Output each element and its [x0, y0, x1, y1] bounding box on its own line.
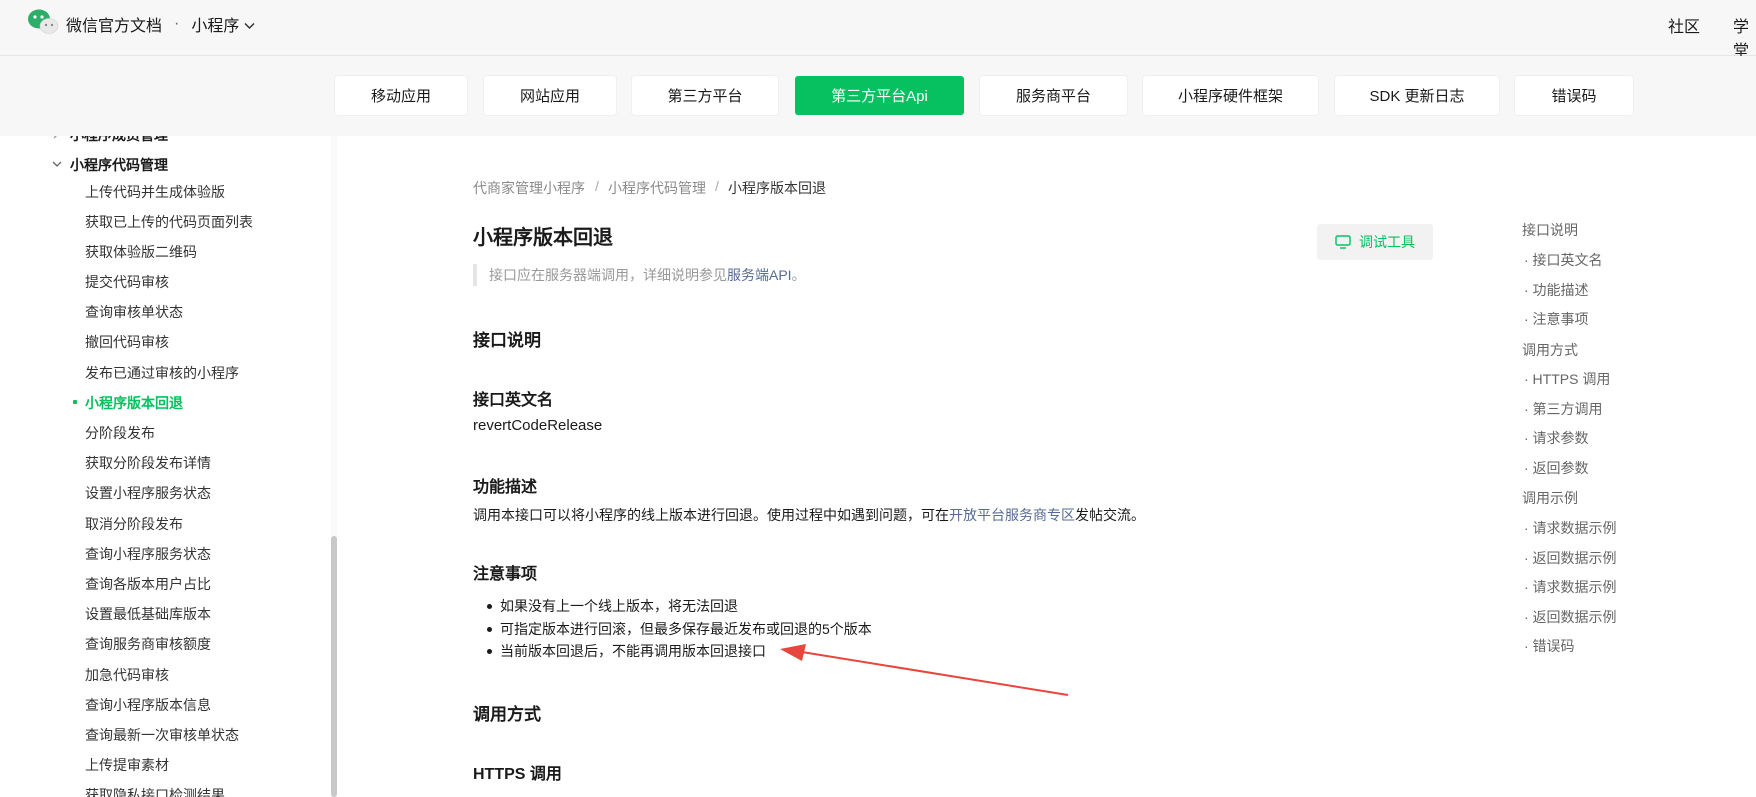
sidebar-item[interactable]: 取消分阶段发布: [85, 514, 183, 534]
toc-item[interactable]: · 注意事项: [1524, 309, 1589, 329]
sidebar: 小程序成员管理 小程序代码管理 上传代码并生成体验版 获取已上传的代码页面列表 …: [0, 136, 331, 797]
community-link[interactable]: 社区: [1668, 13, 1700, 37]
toc-item[interactable]: · HTTPS 调用: [1524, 369, 1610, 389]
sidebar-item[interactable]: 发布已通过审核的小程序: [85, 363, 239, 383]
chevron-down-icon: [52, 160, 70, 171]
toc-item[interactable]: · 第三方调用: [1524, 399, 1603, 419]
function-suffix: 发帖交流。: [1075, 507, 1145, 523]
toc-item[interactable]: · 返回数据示例: [1524, 607, 1617, 627]
category-third-party-api[interactable]: 第三方平台Api: [795, 76, 964, 115]
breadcrumb-item[interactable]: 小程序代码管理: [608, 178, 706, 198]
sidebar-item[interactable]: 上传代码并生成体验版: [85, 182, 225, 202]
heading-function: 功能描述: [473, 479, 538, 496]
sidebar-item[interactable]: 查询小程序版本信息: [85, 695, 211, 715]
brand-title[interactable]: 微信官方文档: [66, 12, 162, 36]
chevron-right-icon: [52, 136, 70, 142]
category-service-provider[interactable]: 服务商平台: [980, 76, 1127, 115]
sidebar-item[interactable]: 获取已上传的代码页面列表: [85, 212, 253, 232]
toc-item[interactable]: · 请求数据示例: [1524, 577, 1617, 597]
sidebar-item[interactable]: 设置小程序服务状态: [85, 483, 211, 503]
sidebar-item[interactable]: 查询小程序服务状态: [85, 544, 211, 564]
toc-item[interactable]: · 返回数据示例: [1524, 548, 1617, 568]
annotation-arrow: [780, 644, 1069, 696]
top-header: 微信官方文档 · 小程序 社区 学堂: [0, 0, 1756, 60]
wechat-logo-icon[interactable]: [26, 8, 60, 36]
sidebar-item[interactable]: 设置最低基础库版本: [85, 604, 211, 624]
sidebar-item[interactable]: 查询各版本用户占比: [85, 574, 211, 594]
section-call-method: 调用方式: [473, 705, 541, 724]
category-mobile-app[interactable]: 移动应用: [335, 76, 467, 115]
sidebar-item[interactable]: 查询最新一次审核单状态: [85, 725, 239, 745]
sidebar-item[interactable]: 上传提审素材: [85, 755, 169, 775]
page-title: 小程序版本回退: [473, 227, 613, 249]
sidebar-group-member-mgmt[interactable]: 小程序成员管理: [52, 136, 168, 145]
sidebar-group-code-mgmt[interactable]: 小程序代码管理: [52, 155, 168, 175]
brand: 微信官方文档 · 小程序: [66, 12, 255, 36]
category-website-app[interactable]: 网站应用: [484, 76, 616, 115]
breadcrumb-item[interactable]: 代商家管理小程序: [473, 178, 585, 198]
server-api-link[interactable]: 服务端API: [727, 267, 792, 283]
toc-item[interactable]: · 接口英文名: [1524, 250, 1603, 270]
breadcrumb-separator: /: [715, 178, 719, 194]
debug-tool-button[interactable]: 调试工具: [1317, 224, 1433, 260]
toc-item[interactable]: · 功能描述: [1524, 280, 1589, 300]
function-description: 调用本接口可以将小程序的线上版本进行回退。使用过程中如遇到问题，可在开放平台服务…: [473, 505, 1145, 525]
list-item: 可指定版本进行回滚，但最多保存最近发布或回退的5个版本: [487, 618, 872, 641]
category-error-codes[interactable]: 错误码: [1515, 76, 1633, 115]
toc-item[interactable]: 接口说明: [1522, 220, 1578, 240]
sidebar-item[interactable]: 查询审核单状态: [85, 302, 183, 322]
toc-item[interactable]: · 请求参数: [1524, 428, 1589, 448]
list-item: 如果没有上一个线上版本，将无法回退: [487, 595, 872, 618]
toc-item[interactable]: · 请求数据示例: [1524, 518, 1617, 538]
sidebar-item[interactable]: 查询服务商审核额度: [85, 634, 211, 654]
toc-item[interactable]: 调用示例: [1522, 488, 1578, 508]
monitor-icon: [1335, 235, 1351, 249]
toc-item[interactable]: · 错误码: [1524, 636, 1575, 656]
heading-https-call: HTTPS 调用: [473, 766, 562, 783]
breadcrumb-separator: /: [595, 178, 599, 194]
category-third-party[interactable]: 第三方平台: [632, 76, 778, 115]
brand-separator: ·: [174, 15, 180, 32]
notice-quote: 接口应在服务器端调用，详细说明参见服务端API。: [473, 264, 806, 286]
sidebar-group-label: 小程序成员管理: [70, 136, 168, 145]
english-name-value: revertCodeRelease: [473, 417, 603, 434]
toc-item[interactable]: · 返回参数: [1524, 458, 1589, 478]
category-nav: 移动应用 网站应用 第三方平台 第三方平台Api 服务商平台 小程序硬件框架 S…: [0, 56, 1756, 136]
sidebar-item[interactable]: 提交代码审核: [85, 272, 169, 292]
sidebar-item[interactable]: 分阶段发布: [85, 423, 155, 443]
sidebar-item[interactable]: 获取分阶段发布详情: [85, 453, 211, 473]
category-sdk-changelog[interactable]: SDK 更新日志: [1335, 76, 1499, 115]
academy-link[interactable]: 学堂: [1733, 13, 1756, 61]
section-switcher[interactable]: 小程序: [191, 12, 255, 36]
section-label[interactable]: 小程序: [191, 18, 239, 35]
sidebar-group-label: 小程序代码管理: [70, 157, 168, 173]
category-hardware-framework[interactable]: 小程序硬件框架: [1143, 76, 1318, 115]
toc-item[interactable]: 调用方式: [1522, 340, 1578, 360]
function-text: 调用本接口可以将小程序的线上版本进行回退。使用过程中如遇到问题，可在: [473, 507, 949, 523]
sidebar-item[interactable]: 撤回代码审核: [85, 332, 169, 352]
sidebar-item[interactable]: 加急代码审核: [85, 665, 169, 685]
service-provider-zone-link[interactable]: 开放平台服务商专区: [949, 507, 1075, 523]
notice-suffix: 。: [791, 267, 806, 283]
heading-notes: 注意事项: [473, 566, 538, 583]
debug-tool-label: 调试工具: [1359, 234, 1415, 250]
section-api-description: 接口说明: [473, 331, 541, 350]
sidebar-scrollbar-thumb[interactable]: [331, 536, 337, 797]
sidebar-item[interactable]: 获取体验版二维码: [85, 242, 197, 262]
chevron-down-icon[interactable]: [244, 21, 255, 33]
heading-english-name: 接口英文名: [473, 392, 554, 409]
notice-text: 接口应在服务器端调用，详细说明参见: [489, 267, 727, 283]
breadcrumb-current: 小程序版本回退: [728, 180, 826, 196]
sidebar-item-active[interactable]: 小程序版本回退: [73, 393, 183, 413]
sidebar-item[interactable]: 获取隐私接口检测结果: [85, 785, 225, 797]
